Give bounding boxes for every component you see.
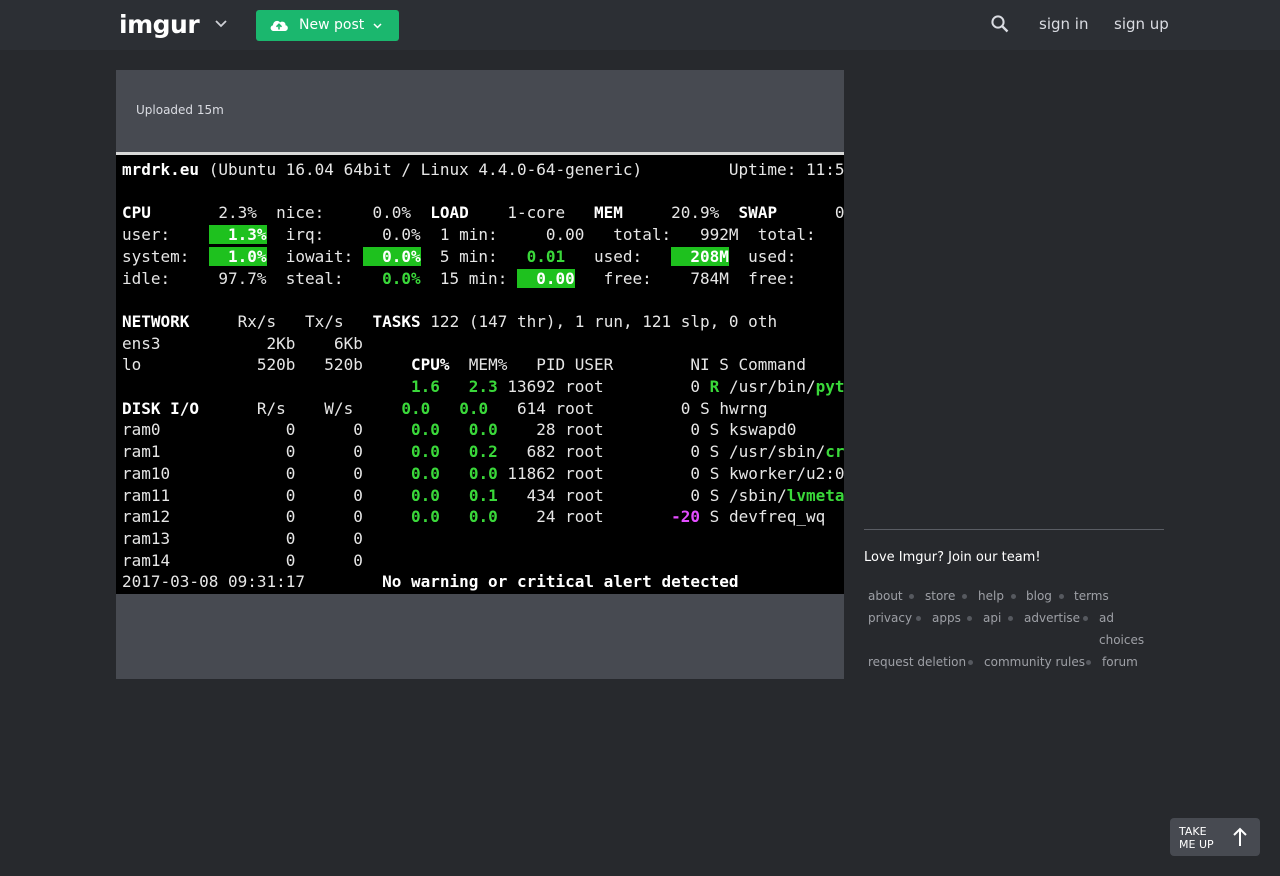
footer-link-advertise[interactable]: advertise [1024,611,1080,625]
arrow-up-icon [1233,827,1247,846]
separator-dot [1008,616,1013,621]
footer-link-request-deletion[interactable]: request deletion [868,655,966,669]
disk-io-label: DISK I/O [122,398,200,418]
sidebar-divider [864,529,1164,530]
footer-link-privacy[interactable]: privacy [868,611,912,625]
chevron-down-icon[interactable] [372,21,383,31]
footer-link-blog[interactable]: blog [1026,589,1052,603]
footer-link-help[interactable]: help [978,589,1004,603]
footer-link-forum[interactable]: forum [1102,655,1138,669]
separator-dot [962,594,967,599]
alert-status: No warning or critical alert detected [382,572,739,592]
uptime: Uptime: 11:52:54 [728,160,844,179]
footer-link-terms[interactable]: terms [1074,589,1109,603]
search-icon[interactable] [990,14,1010,34]
footer-link-community-rules[interactable]: community rules [984,655,1085,669]
hostname: mrdrk.eu [122,160,200,179]
separator-dot [1086,660,1091,665]
sign-up-link[interactable]: sign up [1114,15,1169,33]
join-team-link[interactable]: Love Imgur? Join our team! [864,550,1041,565]
timestamp: 2017-03-08 09:31:17 [122,572,306,592]
footer-link-api[interactable]: api [983,611,1001,625]
take-me-up-button[interactable]: TAKE ME UP [1170,818,1260,856]
separator-dot [916,616,921,621]
separator-dot [968,660,973,665]
sign-in-link[interactable]: sign in [1039,15,1088,33]
footer-link-store[interactable]: store [925,589,955,603]
post-image-terminal[interactable]: mrdrk.eu (Ubuntu 16.04 64bit / Linux 4.4… [116,152,844,594]
cpu-label: CPU [122,203,151,223]
upload-time: Uploaded 15m [136,103,224,117]
footer-link-about[interactable]: about [868,589,903,603]
network-label: NETWORK [122,311,190,331]
separator-dot [967,616,972,621]
footer-link-ad[interactable]: ad [1099,611,1114,625]
post-panel: Uploaded 15m mrdrk.eu (Ubuntu 16.04 64bi… [116,70,844,679]
separator-dot [1011,594,1016,599]
separator-dot [1083,616,1088,621]
separator-dot [909,594,914,599]
system-info: (Ubuntu 16.04 64bit / Linux 4.4.0-64-gen… [208,160,643,179]
chevron-down-icon[interactable] [213,15,229,33]
new-post-label: New post [299,17,365,33]
take-me-up-label: TAKE ME UP [1179,825,1214,851]
cloud-upload-icon [270,20,288,31]
tasks-summary: 122 (147 thr), 1 run, 121 slp, 0 oth [430,311,778,331]
separator-dot [1059,594,1064,599]
footer-link-choices[interactable]: choices [1099,633,1144,647]
glances-output: mrdrk.eu (Ubuntu 16.04 64bit / Linux 4.4… [122,159,844,593]
new-post-button[interactable]: New post [256,10,399,41]
footer-link-apps[interactable]: apps [932,611,961,625]
imgur-logo[interactable]: imgur [119,10,200,39]
top-bar: imgur New post sign in sign up [0,0,1280,50]
